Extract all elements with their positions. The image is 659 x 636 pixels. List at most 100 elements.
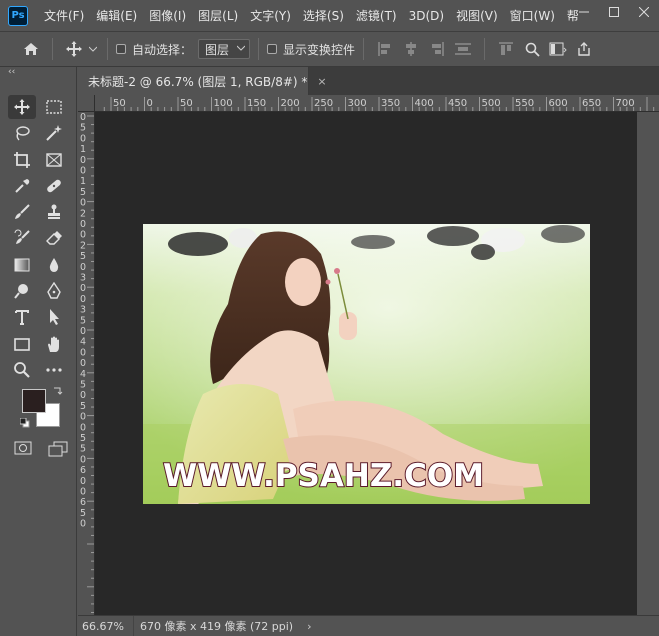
blur-icon[interactable]	[40, 253, 68, 277]
ruler-label: 700	[616, 98, 635, 109]
separator	[484, 38, 486, 60]
tools-panel: ‹‹	[0, 67, 77, 636]
more-tools-icon[interactable]	[40, 358, 68, 382]
align-left-edges-icon[interactable]	[372, 36, 398, 62]
document-tab-title: 未标题-2 @ 66.7% (图层 1, RGB/8#) *	[88, 74, 308, 89]
mode-buttons	[14, 441, 68, 460]
share-icon[interactable]	[571, 36, 597, 62]
ruler-label: 6	[80, 465, 86, 476]
menu-3d[interactable]: 3D(D)	[403, 9, 450, 23]
type-icon[interactable]	[8, 305, 36, 329]
swap-colors-icon[interactable]	[53, 385, 63, 398]
frame-icon[interactable]	[40, 148, 68, 172]
maximize-icon[interactable]	[599, 0, 629, 24]
crop-icon[interactable]	[8, 148, 36, 172]
menu-filter[interactable]: 滤镜(T)	[350, 7, 403, 24]
menu-edit[interactable]: 编辑(E)	[90, 7, 143, 24]
menu-image[interactable]: 图像(I)	[143, 7, 192, 24]
ruler-label: 0	[80, 262, 86, 273]
menu-view[interactable]: 视图(V)	[450, 7, 504, 24]
ruler-label: 5	[80, 123, 86, 134]
vertical-scroll-area[interactable]	[637, 112, 659, 615]
ruler-label: 0	[80, 347, 86, 358]
ruler-label: 600	[549, 98, 568, 109]
foreground-color-swatch[interactable]	[22, 389, 46, 413]
quick-mask-icon[interactable]	[14, 441, 32, 460]
ruler-label: 350	[381, 98, 400, 109]
ruler-label: 50	[180, 98, 193, 109]
align-right-edges-icon[interactable]	[424, 36, 450, 62]
ruler-label: 5	[80, 251, 86, 262]
rectangle-icon[interactable]	[8, 332, 36, 356]
screen-mode-icon[interactable]	[48, 441, 68, 460]
close-icon[interactable]	[629, 0, 659, 24]
ruler-label: 0	[80, 487, 86, 498]
status-menu-arrow[interactable]: ›	[307, 620, 311, 633]
menu-select[interactable]: 选择(S)	[297, 7, 350, 24]
horizontal-ruler[interactable]: 50 0 50 100 150 200 250 300 350 400 450 500 550 600 65…	[95, 95, 659, 112]
ruler-label: 0	[80, 219, 86, 230]
path-select-icon[interactable]	[40, 305, 68, 329]
menu-type[interactable]: 文字(Y)	[244, 7, 297, 24]
workspace-icon[interactable]	[545, 36, 571, 62]
document-canvas-image[interactable]: WWW.PSAHZ.COM	[143, 224, 590, 504]
ruler-label: 1	[80, 144, 86, 155]
dodge-icon[interactable]	[8, 279, 36, 303]
hand-icon[interactable]	[40, 332, 68, 356]
pen-icon[interactable]	[40, 279, 68, 303]
ruler-label: 5	[80, 508, 86, 519]
auto-select-checkbox[interactable]	[116, 44, 126, 54]
default-colors-icon[interactable]	[19, 417, 30, 428]
auto-select-label: 自动选择：	[132, 42, 193, 57]
collapse-panel-icon[interactable]: ‹‹	[0, 67, 76, 79]
move-tool-icon[interactable]	[8, 95, 36, 119]
eyedropper-icon[interactable]	[8, 174, 36, 198]
zoom-icon[interactable]	[8, 358, 36, 382]
auto-select-target-select[interactable]: 图层	[198, 39, 251, 59]
ruler-origin[interactable]	[78, 95, 95, 112]
vertical-ruler[interactable]: 050100150200250300350400450500550600650	[78, 112, 95, 615]
status-bar: 66.67% 670 像素 x 419 像素 (72 ppi) ›	[78, 615, 659, 636]
chevron-down-icon[interactable]	[87, 36, 99, 62]
separator	[52, 38, 53, 60]
ruler-label: 0	[80, 390, 86, 401]
gradient-icon[interactable]	[8, 253, 36, 277]
history-brush-icon[interactable]	[8, 226, 36, 250]
magic-wand-icon[interactable]	[40, 121, 68, 145]
document-tab-bar: 未标题-2 @ 66.7% (图层 1, RGB/8#) * ×	[78, 67, 659, 95]
align-horizontal-centers-icon[interactable]	[398, 36, 424, 62]
show-transform-checkbox[interactable]	[267, 44, 278, 54]
ruler-label: 5	[80, 444, 86, 455]
zoom-level-field[interactable]: 66.67%	[78, 615, 134, 636]
close-tab-icon[interactable]: ×	[317, 75, 326, 88]
move-tool-icon[interactable]	[61, 36, 87, 62]
window-controls	[569, 0, 659, 24]
eraser-icon[interactable]	[40, 226, 68, 250]
ruler-label: 0	[80, 294, 86, 305]
menu-window[interactable]: 窗口(W)	[504, 7, 561, 24]
menu-file[interactable]: 文件(F)	[38, 7, 90, 24]
ruler-label: 0	[80, 198, 86, 209]
ruler-label: 300	[348, 98, 367, 109]
ruler-label: 650	[582, 98, 601, 109]
document-tab[interactable]: 未标题-2 @ 66.7% (图层 1, RGB/8#) * ×	[78, 67, 327, 95]
minimize-icon[interactable]	[569, 0, 599, 24]
rect-marquee-icon[interactable]	[40, 95, 68, 119]
ruler-label: 0	[80, 454, 86, 465]
healing-brush-icon[interactable]	[40, 174, 68, 198]
lasso-icon[interactable]	[8, 121, 36, 145]
ruler-label: 100	[214, 98, 233, 109]
ruler-label: 5	[80, 401, 86, 412]
separator	[363, 38, 365, 60]
search-icon[interactable]	[519, 36, 545, 62]
ruler-label: 5	[80, 380, 86, 391]
align-top-edges-icon[interactable]	[493, 36, 519, 62]
stamp-icon[interactable]	[40, 200, 68, 224]
ruler-label: 450	[448, 98, 467, 109]
ruler-label: 200	[281, 98, 300, 109]
distribute-vertical-icon[interactable]	[450, 36, 476, 62]
home-icon[interactable]	[18, 36, 44, 62]
brush-icon[interactable]	[8, 200, 36, 224]
ruler-label: 250	[314, 98, 333, 109]
menu-layer[interactable]: 图层(L)	[192, 7, 244, 24]
